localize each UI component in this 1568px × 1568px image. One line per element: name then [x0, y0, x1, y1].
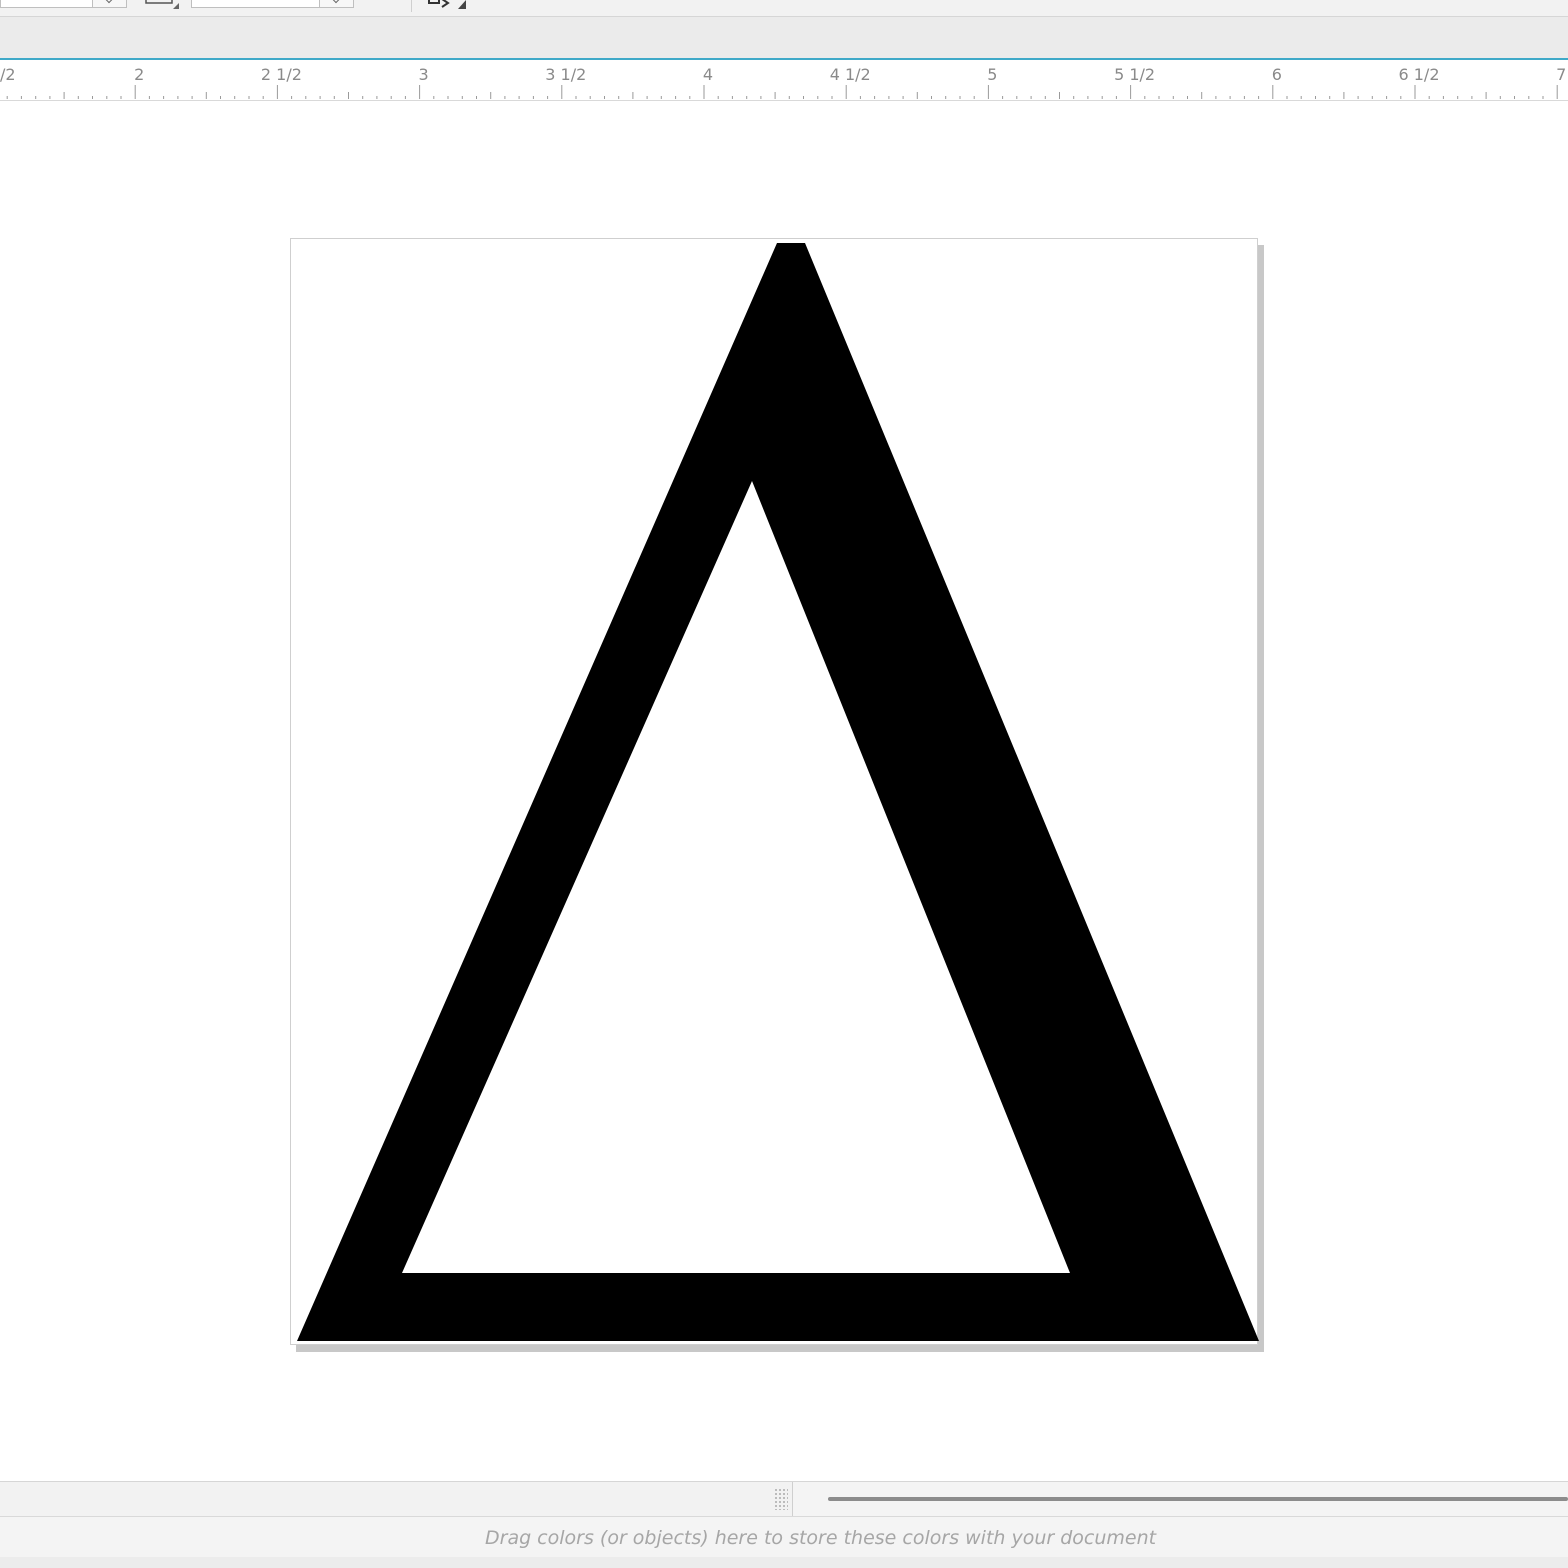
document-tab-strip: [0, 17, 1568, 60]
horizontal-scroll-area: [0, 1481, 1568, 1516]
ruler-label: 6 1/2: [1398, 65, 1439, 84]
horizontal-ruler[interactable]: /2 2 2 1/2 3 3 1/2 4 4 1/2 5 5 1/2 6 6 1/2 7: [0, 60, 1568, 101]
ruler-label: 3: [419, 65, 429, 84]
splitter-grip-icon[interactable]: [774, 1488, 788, 1510]
status-bar-edge: [0, 1557, 1568, 1568]
ruler-label: 4 1/2: [830, 65, 871, 84]
property-bar: [0, 0, 1568, 17]
ruler-scale: /2 2 2 1/2 3 3 1/2 4 4 1/2 5 5 1/2 6 6 1/2 7: [0, 65, 1566, 99]
document-page[interactable]: [290, 238, 1259, 1346]
convert-to-curves-icon[interactable]: [428, 0, 466, 9]
outline-width-icon[interactable]: [372, 0, 400, 6]
toolbar-separator: [411, 0, 412, 12]
ruler-label: 5 1/2: [1114, 65, 1155, 84]
ruler-label: 2 1/2: [261, 65, 302, 84]
width-spinner[interactable]: [93, 0, 127, 8]
ruler-label: 7: [1556, 65, 1566, 84]
document-palette[interactable]: Drag colors (or objects) here to store t…: [0, 1516, 1568, 1558]
width-field[interactable]: [0, 0, 93, 8]
ruler-ticks: [6, 85, 1558, 99]
ruler-labels: /2 2 2 1/2 3 3 1/2 4 4 1/2 5 5 1/2 6 6 1/2 7: [0, 65, 1566, 84]
delta-triangle-shape[interactable]: [291, 239, 1259, 1346]
lock-ratio-icon[interactable]: [145, 0, 179, 9]
delta-glyph-path: [297, 243, 1259, 1341]
ruler-label: 3 1/2: [545, 65, 586, 84]
horizontal-scrollbar-thumb[interactable]: [828, 1497, 1568, 1501]
drawing-canvas[interactable]: [0, 101, 1568, 1481]
ruler-label: 2: [134, 65, 144, 84]
ruler-label: 5: [987, 65, 997, 84]
page-navigator[interactable]: [0, 1482, 793, 1516]
drawing-app-window: /2 2 2 1/2 3 3 1/2 4 4 1/2 5 5 1/2 6 6 1/2 7 Drag c…: [0, 0, 1568, 1568]
ruler-label: 6: [1272, 65, 1282, 84]
height-field[interactable]: [191, 0, 320, 8]
ruler-label: /2: [0, 65, 16, 84]
document-palette-hint: Drag colors (or objects) here to store t…: [485, 1527, 1157, 1549]
height-spinner[interactable]: [320, 0, 354, 8]
ruler-label: 4: [703, 65, 713, 84]
